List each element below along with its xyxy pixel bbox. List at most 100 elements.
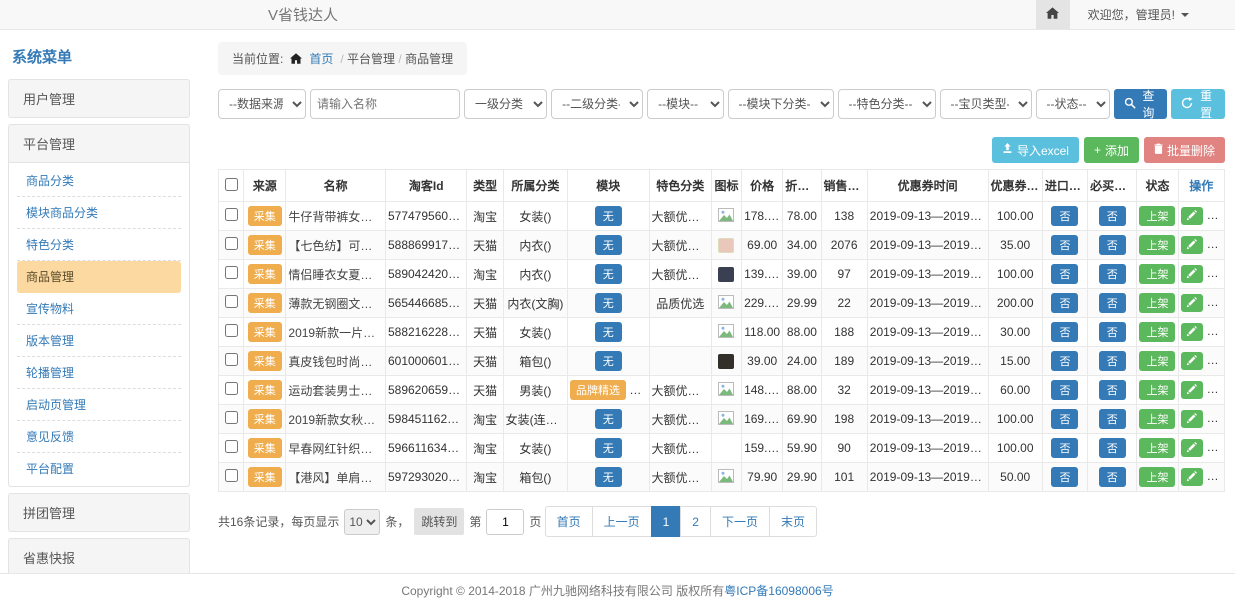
row-checkbox[interactable] xyxy=(225,353,238,366)
status-button[interactable]: 上架 xyxy=(1139,409,1175,429)
page-number-input[interactable] xyxy=(486,509,524,535)
status-button[interactable]: 上架 xyxy=(1139,293,1175,313)
status-button[interactable]: 上架 xyxy=(1139,206,1175,226)
must-buy-toggle[interactable]: 否 xyxy=(1099,380,1126,400)
sidebar-subitem-启动页管理[interactable]: 启动页管理 xyxy=(17,389,181,421)
import-select-toggle[interactable]: 否 xyxy=(1051,235,1078,255)
query-button[interactable]: 查询 xyxy=(1114,89,1168,119)
edit-button[interactable] xyxy=(1181,381,1203,399)
row-checkbox[interactable] xyxy=(225,469,238,482)
page-button-2[interactable]: 2 xyxy=(680,506,711,537)
row-checkbox[interactable] xyxy=(225,382,238,395)
coupon-amount: 15.00 xyxy=(988,347,1042,376)
page-button-上一页[interactable]: 上一页 xyxy=(592,506,652,537)
edit-button[interactable] xyxy=(1181,294,1203,312)
per-page-select[interactable]: 10 xyxy=(344,509,380,535)
special-category-select[interactable]: --特色分类-- xyxy=(838,89,936,119)
edit-button[interactable] xyxy=(1181,468,1203,486)
add-button[interactable]: + 添加 xyxy=(1084,137,1139,163)
sidebar-subitem-商品分类[interactable]: 商品分类 xyxy=(17,165,181,197)
import-select-toggle[interactable]: 否 xyxy=(1051,351,1078,371)
row-checkbox[interactable] xyxy=(225,324,238,337)
edit-button[interactable] xyxy=(1181,410,1203,428)
sidebar-subitem-轮播管理[interactable]: 轮播管理 xyxy=(17,357,181,389)
status-button[interactable]: 上架 xyxy=(1139,322,1175,342)
import-select-toggle[interactable]: 否 xyxy=(1051,206,1078,226)
status-button[interactable]: 上架 xyxy=(1139,351,1175,371)
column-header-折后价: 折后价 xyxy=(783,170,821,202)
module-select[interactable]: --模块-- xyxy=(647,89,723,119)
sidebar-item-拼团管理[interactable]: 拼团管理 xyxy=(9,494,189,531)
breadcrumb-home-link[interactable]: 首页 xyxy=(309,50,333,67)
import-excel-button[interactable]: 导入excel xyxy=(992,137,1079,163)
status-button[interactable]: 上架 xyxy=(1139,438,1175,458)
import-select-toggle[interactable]: 否 xyxy=(1051,409,1078,429)
sidebar-subitem-特色分类[interactable]: 特色分类 xyxy=(17,229,181,261)
import-select-toggle[interactable]: 否 xyxy=(1051,438,1078,458)
sidebar-subitem-商品管理[interactable]: 商品管理 xyxy=(17,261,181,293)
module-subcategory-select[interactable]: --模块下分类-- xyxy=(728,89,834,119)
must-buy-toggle[interactable]: 否 xyxy=(1099,351,1126,371)
must-buy-toggle[interactable]: 否 xyxy=(1099,293,1126,313)
item-type-select[interactable]: --宝贝类型-- xyxy=(940,89,1032,119)
sidebar-item-用户管理[interactable]: 用户管理 xyxy=(9,80,189,117)
sales-count: 188 xyxy=(821,318,867,347)
edit-button[interactable] xyxy=(1181,323,1203,341)
edit-icon xyxy=(1186,383,1197,398)
batch-delete-button[interactable]: 批量删除 xyxy=(1144,137,1225,163)
row-checkbox[interactable] xyxy=(225,237,238,250)
page-button-1[interactable]: 1 xyxy=(651,506,682,537)
import-select-toggle[interactable]: 否 xyxy=(1051,467,1078,487)
table-row: 采集真皮钱包时尚优雅女士...601000601341天猫箱包()无39.002… xyxy=(219,347,1225,376)
reset-button[interactable]: 重置 xyxy=(1171,89,1225,119)
level2-category-select[interactable]: --二级分类-- xyxy=(551,89,643,119)
edit-button[interactable] xyxy=(1181,439,1203,457)
select-all-checkbox[interactable] xyxy=(225,178,238,191)
jump-button[interactable]: 跳转到 xyxy=(414,508,464,535)
source-badge: 采集 xyxy=(248,467,282,487)
must-buy-toggle[interactable]: 否 xyxy=(1099,409,1126,429)
row-checkbox[interactable] xyxy=(225,411,238,424)
row-checkbox[interactable] xyxy=(225,295,238,308)
status-button[interactable]: 上架 xyxy=(1139,467,1175,487)
must-buy-toggle[interactable]: 否 xyxy=(1099,206,1126,226)
import-select-toggle[interactable]: 否 xyxy=(1051,322,1078,342)
sidebar-subitem-版本管理[interactable]: 版本管理 xyxy=(17,325,181,357)
must-buy-toggle[interactable]: 否 xyxy=(1099,467,1126,487)
import-select-toggle[interactable]: 否 xyxy=(1051,293,1078,313)
status-button[interactable]: 上架 xyxy=(1139,380,1175,400)
user-menu[interactable]: 欢迎您，管理员! xyxy=(1070,0,1235,29)
sidebar-subitem-模块商品分类[interactable]: 模块商品分类 xyxy=(17,197,181,229)
status-button[interactable]: 上架 xyxy=(1139,264,1175,284)
row-checkbox[interactable] xyxy=(225,440,238,453)
edit-button[interactable] xyxy=(1181,236,1203,254)
status-select[interactable]: --状态-- xyxy=(1036,89,1110,119)
icp-link[interactable]: 粤ICP备16098006号 xyxy=(724,584,833,598)
page-button-下一页[interactable]: 下一页 xyxy=(710,506,770,537)
must-buy-toggle[interactable]: 否 xyxy=(1099,264,1126,284)
price: 118.00 xyxy=(742,318,783,347)
import-select-toggle[interactable]: 否 xyxy=(1051,380,1078,400)
sidebar-subitem-宣传物料[interactable]: 宣传物料 xyxy=(17,293,181,325)
data-source-select[interactable]: --数据来源-- xyxy=(218,89,306,119)
row-checkbox[interactable] xyxy=(225,208,238,221)
must-buy-toggle[interactable]: 否 xyxy=(1099,438,1126,458)
sidebar-item-省惠快报[interactable]: 省惠快报 xyxy=(9,539,189,573)
name-input[interactable] xyxy=(310,89,460,119)
row-checkbox[interactable] xyxy=(225,266,238,279)
sidebar-subitem-意见反馈[interactable]: 意见反馈 xyxy=(17,421,181,453)
taoke-id: 577479560965 xyxy=(385,202,466,231)
home-button[interactable] xyxy=(1036,0,1070,29)
edit-button[interactable] xyxy=(1181,207,1203,225)
sidebar-subitem-平台配置[interactable]: 平台配置 xyxy=(17,453,181,484)
must-buy-toggle[interactable]: 否 xyxy=(1099,322,1126,342)
level1-category-select[interactable]: 一级分类 xyxy=(464,89,547,119)
import-select-toggle[interactable]: 否 xyxy=(1051,264,1078,284)
status-button[interactable]: 上架 xyxy=(1139,235,1175,255)
edit-button[interactable] xyxy=(1181,352,1203,370)
edit-button[interactable] xyxy=(1181,265,1203,283)
must-buy-toggle[interactable]: 否 xyxy=(1099,235,1126,255)
sidebar-item-平台管理[interactable]: 平台管理 xyxy=(9,125,189,162)
page-button-末页[interactable]: 末页 xyxy=(769,506,817,537)
page-button-首页[interactable]: 首页 xyxy=(545,506,593,537)
